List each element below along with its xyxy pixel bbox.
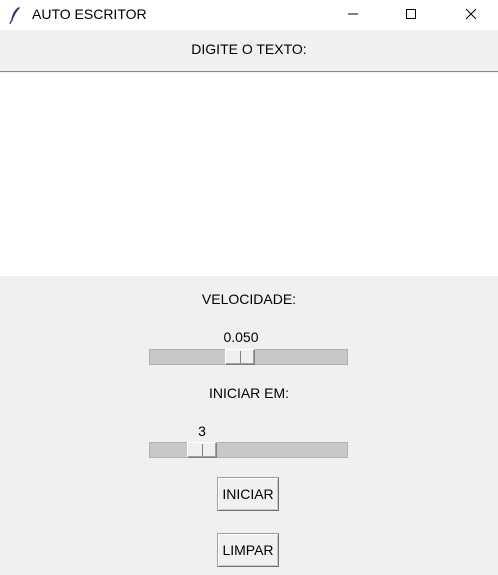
- speed-label: VELOCIDADE:: [201, 291, 297, 307]
- slider-grip: [202, 444, 203, 456]
- minimize-icon: [347, 7, 359, 23]
- start-delay-label: INICIAR EM:: [208, 385, 290, 401]
- speed-slider[interactable]: [149, 349, 348, 365]
- slider-grip: [240, 351, 241, 363]
- start-button[interactable]: INICIAR: [217, 477, 279, 511]
- title-bar: AUTO ESCRITOR: [0, 0, 498, 30]
- maximize-button[interactable]: [388, 0, 434, 30]
- speed-slider-handle[interactable]: [225, 349, 255, 365]
- close-icon: [465, 7, 477, 23]
- start-delay-slider[interactable]: [149, 442, 348, 458]
- start-delay-value: 3: [198, 423, 206, 439]
- minimize-button[interactable]: [330, 0, 376, 30]
- close-button[interactable]: [448, 0, 494, 30]
- feather-icon: [8, 6, 22, 25]
- start-delay-slider-handle[interactable]: [187, 442, 217, 458]
- text-input[interactable]: [0, 73, 498, 276]
- prompt-label: DIGITE O TEXTO:: [191, 41, 307, 57]
- clear-button[interactable]: LIMPAR: [217, 533, 279, 567]
- window-title: AUTO ESCRITOR: [32, 6, 147, 22]
- maximize-icon: [405, 7, 417, 23]
- speed-value: 0.050: [223, 329, 259, 345]
- prompt-header: DIGITE O TEXTO:: [0, 30, 498, 72]
- controls-panel: VELOCIDADE: 0.050 INICIAR EM: 3 INICIAR …: [0, 276, 498, 575]
